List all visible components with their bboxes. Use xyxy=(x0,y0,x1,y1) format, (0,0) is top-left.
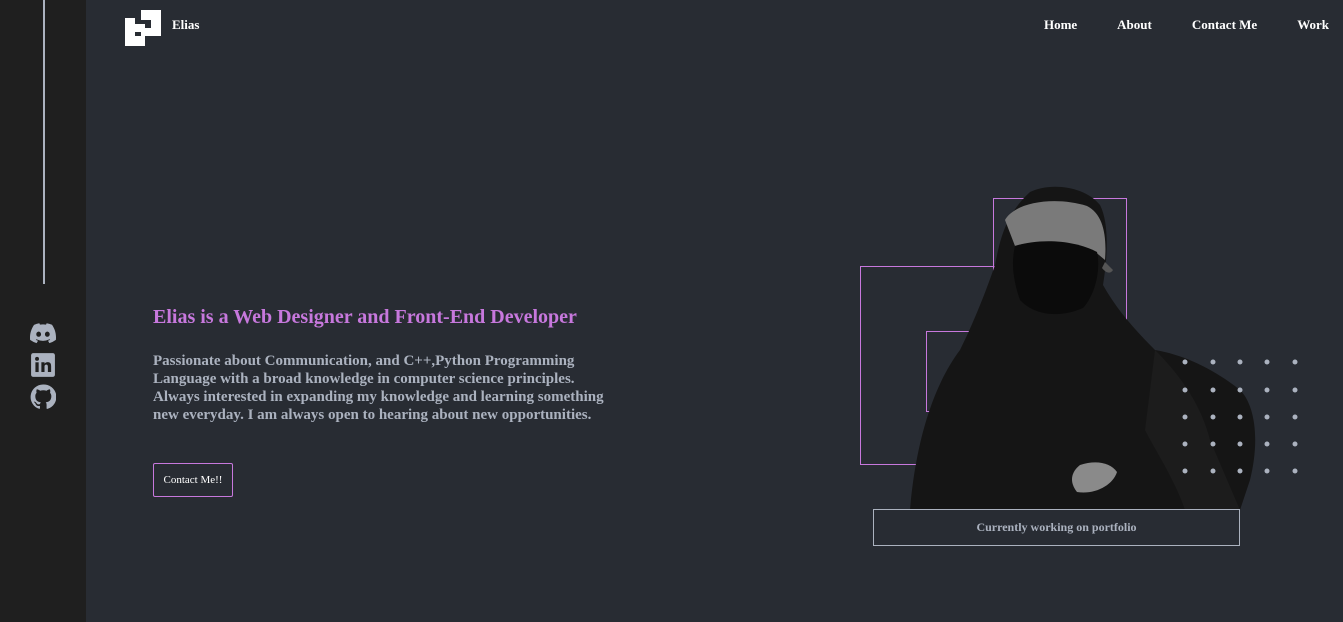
nav-about[interactable]: About xyxy=(1117,17,1152,33)
main-nav: Home About Contact Me Work xyxy=(1004,17,1329,33)
linkedin-icon[interactable] xyxy=(30,352,56,378)
sidebar-line xyxy=(43,0,45,284)
status-text: Currently working on portfolio xyxy=(976,520,1137,534)
github-icon[interactable] xyxy=(30,384,56,410)
hero-title: Elias is a Web Designer and Front-End De… xyxy=(153,306,577,328)
header: Elias Home About Contact Me Work xyxy=(86,0,1343,52)
nav-work[interactable]: Work xyxy=(1297,17,1329,33)
discord-icon[interactable] xyxy=(30,320,56,346)
social-links xyxy=(29,320,57,410)
sidebar xyxy=(0,0,86,622)
nav-home[interactable]: Home xyxy=(1044,17,1077,33)
brand-name[interactable]: Elias xyxy=(172,17,199,33)
nav-contact[interactable]: Contact Me xyxy=(1192,17,1257,33)
hero-illustration xyxy=(855,180,1315,560)
hero-description: Passionate about Communication, and C++,… xyxy=(153,353,604,423)
logo-icon[interactable] xyxy=(125,10,161,46)
status-badge: Currently working on portfolio xyxy=(873,509,1240,546)
contact-me-button[interactable]: Contact Me!! xyxy=(153,463,233,497)
